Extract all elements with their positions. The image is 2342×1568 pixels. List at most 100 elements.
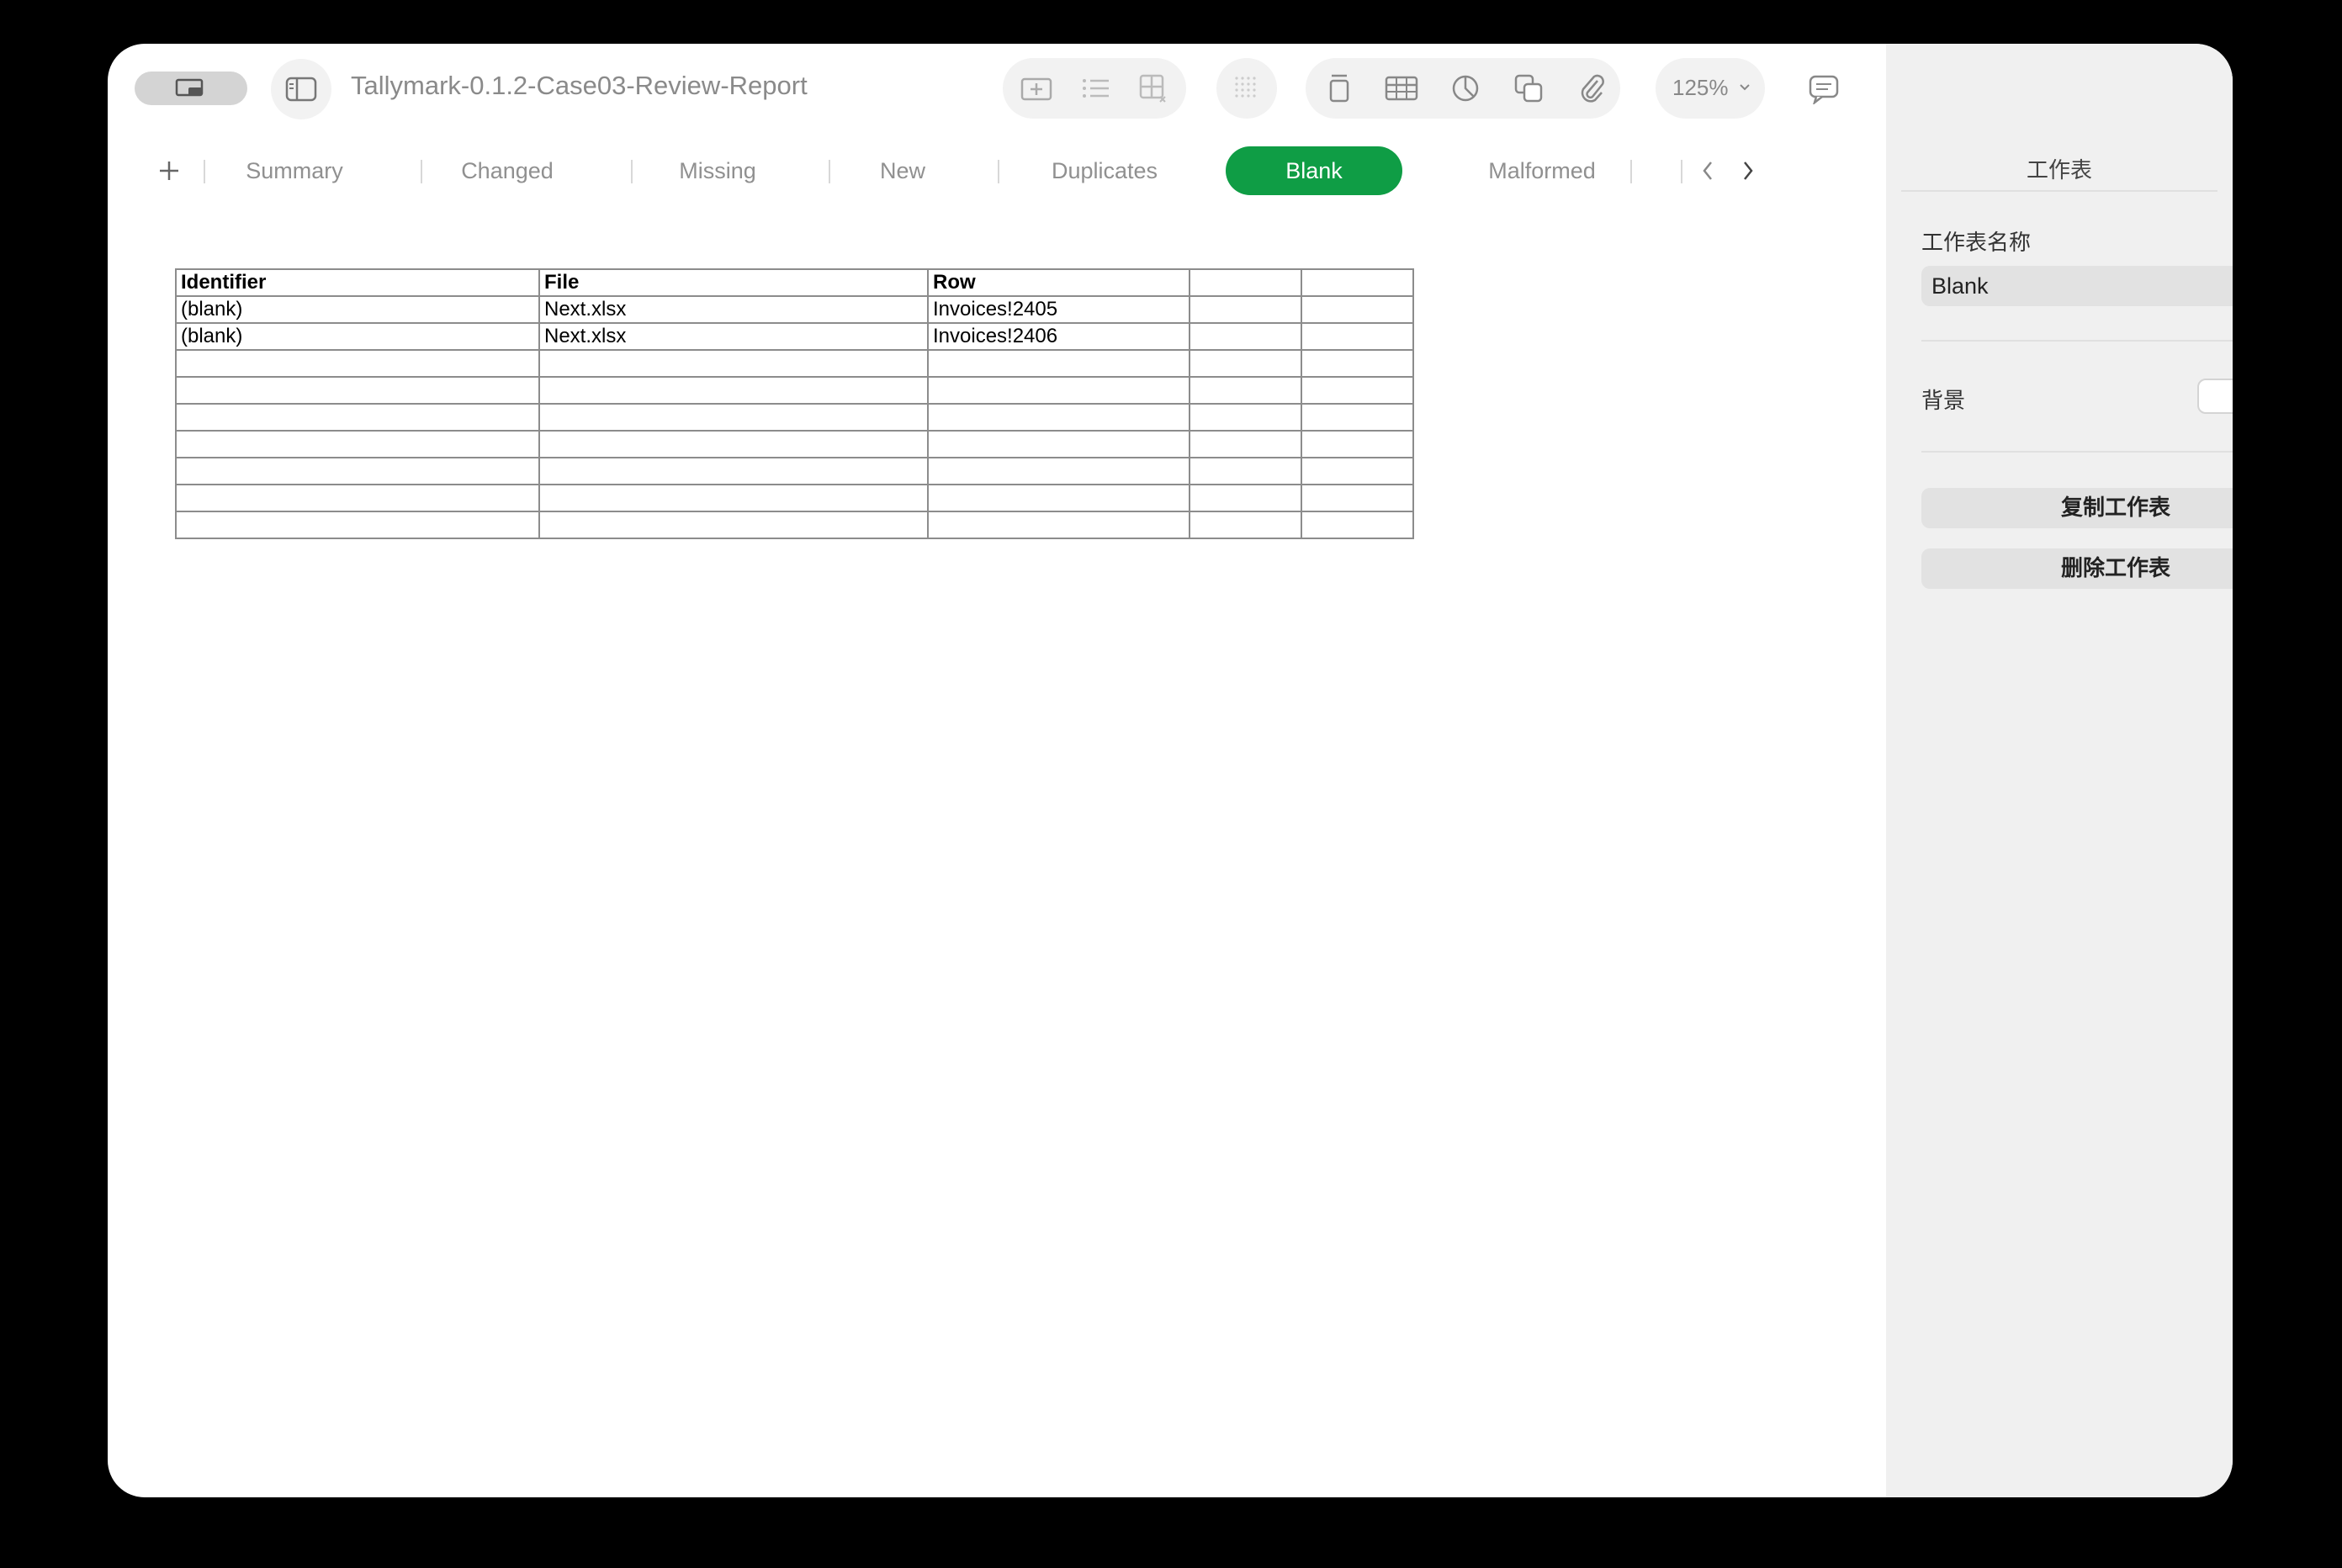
table-cell[interactable] [538, 457, 929, 485]
sheet-tab-bar: Summary Changed Missing New Duplicates B… [108, 146, 1886, 215]
table-cell[interactable] [1301, 511, 1414, 539]
table-cell[interactable] [927, 403, 1190, 432]
table-cell[interactable] [1301, 295, 1414, 324]
table-cell[interactable] [927, 376, 1190, 405]
table-cell[interactable] [538, 484, 929, 512]
tab-new[interactable]: New [856, 146, 949, 195]
sidebar-title: 工作表 [2026, 158, 2092, 183]
table-cell[interactable] [1189, 484, 1302, 512]
sheet-name-field[interactable]: Blank [1921, 266, 2233, 306]
table-row: (blank) Next.xlsx Invoices!2406 [175, 322, 1414, 351]
table-cell[interactable]: (blank) [175, 322, 540, 351]
tab-blank[interactable]: Blank [1226, 146, 1402, 195]
shape-button[interactable] [1504, 67, 1555, 109]
insert-button[interactable] [1011, 67, 1062, 109]
table-cell[interactable] [538, 511, 929, 539]
table-cell[interactable] [1189, 268, 1302, 297]
tab-summary[interactable]: Summary [234, 146, 355, 195]
table-cell[interactable] [1189, 349, 1302, 378]
table-cell[interactable] [927, 457, 1190, 485]
header-cell-row[interactable]: Row [927, 268, 1190, 297]
header-row: Identifier File Row [175, 268, 1414, 297]
attachment-icon [1577, 72, 1606, 104]
table-cell[interactable]: Next.xlsx [538, 295, 929, 324]
zoom-control[interactable]: 125% [1656, 58, 1765, 119]
insert-icon [1020, 74, 1053, 103]
document-title: Tallymark-0.1.2-Case03-Review-Report [351, 71, 808, 100]
tab-separator [421, 160, 422, 183]
table-cell[interactable] [1189, 403, 1302, 432]
sidebar-toggle-button[interactable] [271, 59, 331, 119]
tab-missing[interactable]: Missing [654, 146, 781, 195]
table-cell[interactable] [538, 403, 929, 432]
table-button[interactable] [1376, 67, 1427, 109]
list-button[interactable] [1070, 67, 1121, 109]
grid-button[interactable] [1221, 67, 1272, 109]
attachment-button[interactable] [1566, 67, 1617, 109]
table-cell[interactable] [1301, 322, 1414, 351]
table-cell[interactable] [175, 376, 540, 405]
table-cell[interactable] [175, 403, 540, 432]
table-cell[interactable]: Invoices!2406 [927, 322, 1190, 351]
table-cell[interactable] [538, 430, 929, 458]
text-button[interactable] [1314, 67, 1364, 109]
table-cell[interactable] [538, 349, 929, 378]
table-cell[interactable]: Next.xlsx [538, 322, 929, 351]
table-cell[interactable] [1301, 430, 1414, 458]
tab-malformed[interactable]: Malformed [1454, 146, 1630, 195]
table-cell[interactable] [1301, 403, 1414, 432]
shape-icon [1513, 73, 1545, 103]
table-cell[interactable] [1301, 484, 1414, 512]
table-cell[interactable] [1301, 349, 1414, 378]
tab-scroll-left-button[interactable] [1689, 146, 1726, 195]
tab-separator [631, 160, 633, 183]
divider [1901, 190, 2217, 192]
tab-separator [1630, 160, 1632, 183]
table-layout-button[interactable] [1129, 67, 1179, 109]
table-cell[interactable] [175, 511, 540, 539]
view-mode-button[interactable] [135, 72, 247, 105]
table-cell[interactable]: Invoices!2405 [927, 295, 1190, 324]
table-cell[interactable] [927, 511, 1190, 539]
tab-changed[interactable]: Changed [444, 146, 570, 195]
table-cell[interactable] [927, 349, 1190, 378]
tab-separator [998, 160, 999, 183]
divider [1921, 340, 2233, 342]
chevron-left-icon [1700, 159, 1715, 183]
table-cell[interactable] [175, 430, 540, 458]
table-cell[interactable] [175, 457, 540, 485]
table-cell[interactable] [1189, 457, 1302, 485]
header-cell-identifier[interactable]: Identifier [175, 268, 540, 297]
header-cell-file[interactable]: File [538, 268, 929, 297]
table-cell[interactable] [1189, 430, 1302, 458]
table-cell[interactable] [175, 349, 540, 378]
table-row [175, 349, 1414, 378]
comment-button[interactable] [1794, 59, 1854, 119]
table-cell[interactable] [1189, 376, 1302, 405]
table-cell[interactable] [1189, 511, 1302, 539]
table-cell[interactable] [927, 430, 1190, 458]
table-cell[interactable] [1189, 295, 1302, 324]
add-sheet-button[interactable] [148, 146, 190, 195]
plus-icon [157, 159, 181, 183]
table-cell[interactable] [1189, 322, 1302, 351]
table-row [175, 376, 1414, 405]
view-mode-icon [175, 77, 207, 99]
tab-scroll-right-button[interactable] [1730, 146, 1767, 195]
duplicate-sheet-button[interactable]: 复制工作表 [1921, 488, 2233, 528]
table-cell[interactable] [175, 484, 540, 512]
table-cell[interactable] [927, 484, 1190, 512]
table-cell[interactable] [1301, 457, 1414, 485]
table-cell[interactable]: (blank) [175, 295, 540, 324]
chart-button[interactable] [1440, 67, 1491, 109]
background-label: 背景 [1921, 389, 1966, 414]
sheet-table[interactable]: Identifier File Row (blank) Next.xlsx In… [175, 268, 1414, 539]
table-cell[interactable] [1301, 376, 1414, 405]
delete-sheet-button[interactable]: 删除工作表 [1921, 548, 2233, 589]
sheet-name-label: 工作表名称 [1921, 230, 2032, 256]
background-color-well[interactable] [2197, 379, 2233, 414]
table-cell[interactable] [1301, 268, 1414, 297]
table-cell[interactable] [538, 376, 929, 405]
tab-duplicates[interactable]: Duplicates [1025, 146, 1184, 195]
text-icon [1327, 72, 1352, 104]
